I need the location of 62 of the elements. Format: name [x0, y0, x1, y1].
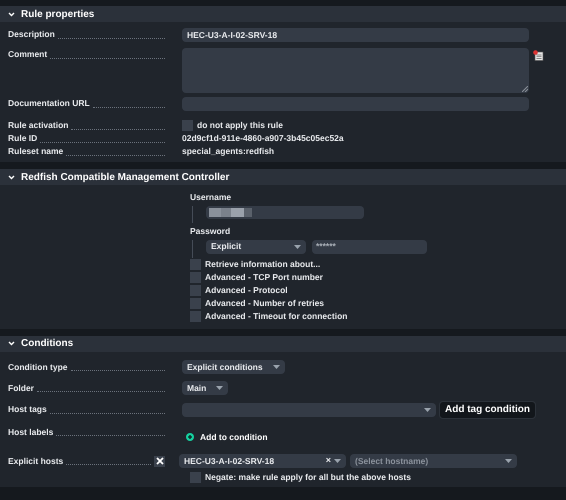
plus-icon [186, 432, 194, 441]
dropdown[interactable]: Explicit conditions [182, 360, 285, 374]
value-text: special_agents:redfish [182, 145, 274, 158]
field-label: Ruleset name [8, 145, 64, 158]
section-title: Redfish Compatible Management Controller [21, 170, 230, 184]
value-text: 02d9cf1d-911e-4860-a907-3b45c05ec52a [182, 132, 344, 145]
checkbox-label: Advanced - TCP Port number [205, 270, 323, 284]
caret-icon [294, 244, 301, 248]
checkbox[interactable] [182, 120, 193, 131]
field-label: Host labels [8, 426, 54, 438]
clear-icon[interactable]: × [326, 454, 331, 468]
comment-field[interactable] [182, 48, 529, 93]
checkbox-label: Advanced - Number of retries [205, 296, 324, 310]
field-label: Username [190, 191, 232, 204]
field-label: Description [8, 28, 55, 41]
caret-icon [424, 408, 431, 412]
checkbox-label: Advanced - Timeout for connection [205, 310, 348, 322]
password-field[interactable]: ****** [312, 240, 427, 254]
text-field[interactable]: HEC-U3-A-I-02-SRV-18 [182, 28, 529, 42]
caret-icon [334, 459, 341, 463]
field-label: Comment [8, 48, 48, 61]
resize-grip-icon[interactable] [522, 86, 528, 92]
dropdown[interactable]: Main [182, 381, 228, 395]
section-header[interactable]: Rule properties [0, 6, 566, 22]
caret-icon [216, 386, 224, 390]
hostname-dropdown[interactable]: (Select hostname) [350, 454, 517, 468]
caret-icon [272, 365, 280, 369]
checkbox-label: Advanced - Protocol [205, 284, 288, 296]
field-label: Folder [8, 382, 34, 394]
field-label: Rule ID [8, 132, 38, 145]
checkbox[interactable] [190, 472, 201, 482]
field-label: Password [190, 224, 230, 238]
checkbox[interactable] [190, 298, 201, 308]
field-label: Documentation URL [8, 97, 90, 110]
chevron-icon [8, 174, 15, 180]
text-field[interactable] [206, 206, 364, 219]
tag-dropdown[interactable] [182, 402, 436, 416]
dropdown[interactable]: Explicit [206, 240, 306, 254]
field-label: Explicit hosts [8, 454, 64, 468]
checkbox[interactable] [154, 456, 165, 466]
clipboard-icon[interactable] [533, 50, 544, 61]
checkbox[interactable] [190, 284, 201, 296]
chevron-icon [8, 341, 15, 346]
checkbox-label: do not apply this rule [197, 119, 283, 132]
checkbox[interactable] [190, 272, 201, 282]
section-header[interactable]: Conditions [0, 336, 566, 352]
chevron-icon [8, 12, 15, 16]
add-to-condition-link[interactable]: Add to condition [186, 430, 268, 444]
field-label: Condition type [8, 360, 68, 374]
field-label: Rule activation [8, 119, 68, 132]
section-title: Conditions [21, 337, 74, 351]
checkbox[interactable] [190, 310, 201, 322]
caret-icon [505, 459, 512, 463]
host-dropdown[interactable]: HEC-U3-A-I-02-SRV-18 × [179, 454, 346, 468]
checkbox-label: Negate: make rule apply for all but the above hosts [205, 470, 411, 484]
section-title: Rule properties [21, 8, 94, 22]
text-field[interactable] [182, 97, 529, 111]
checkbox-label: Retrieve information about... [205, 258, 320, 270]
section-header[interactable]: Redfish Compatible Management Controller [0, 169, 566, 185]
field-label: Host tags [8, 403, 47, 416]
checkbox[interactable] [190, 258, 201, 270]
add-tag-condition-button[interactable]: Add tag condition [439, 400, 536, 418]
